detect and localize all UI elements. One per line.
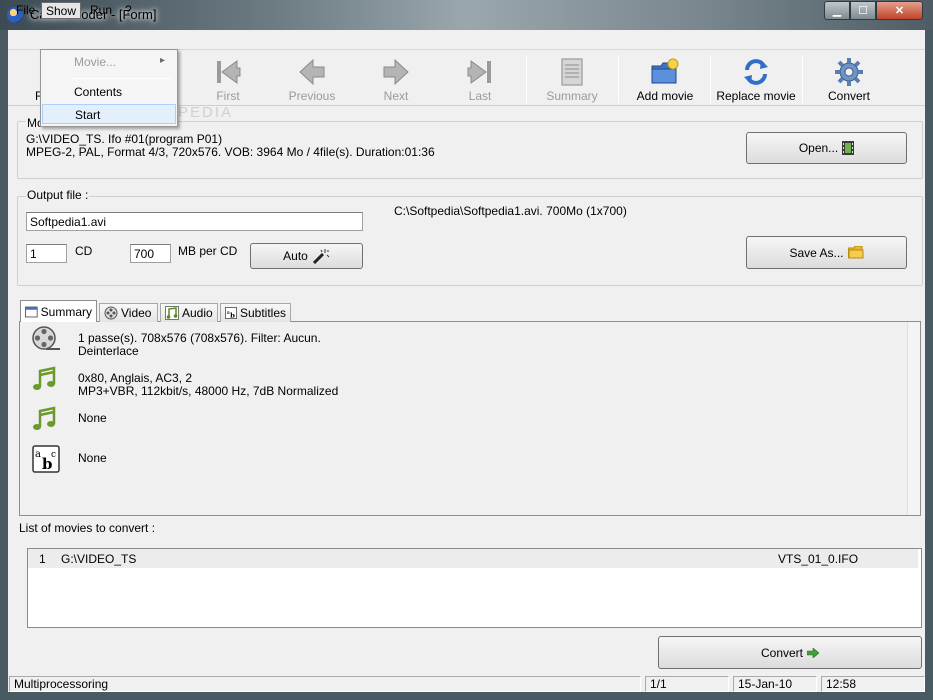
menu-show[interactable]: Show: [41, 2, 82, 19]
next-label: Next: [383, 89, 409, 103]
next-button[interactable]: Next: [352, 53, 440, 105]
toolbar-separator: [618, 55, 619, 103]
refresh-icon: [744, 59, 768, 85]
summary-video-line1: 1 passe(s). 708x576 (708x576). Filter: A…: [78, 331, 321, 345]
last-label: Last: [468, 89, 492, 103]
summary-video-line2: Deinterlace: [78, 344, 139, 358]
movie-source-text: G:\VIDEO_TS. Ifo #01(program P01): [26, 132, 223, 146]
summary-audio2: None: [78, 411, 107, 425]
summary-tab-icon: [25, 306, 38, 317]
output-group-label: Output file :: [26, 188, 90, 202]
summary-audio1-line2: MP3+VBR, 112kbit/s, 48000 Hz, 7dB Normal…: [78, 384, 339, 398]
open-button[interactable]: Open...: [746, 132, 907, 164]
first-icon: [217, 60, 241, 84]
subtitles-icon: a b c: [32, 445, 60, 473]
right-arrow-icon: [383, 58, 409, 86]
folder-icon: [847, 246, 864, 259]
open-button-label: Open...: [798, 141, 839, 155]
last-icon: [467, 60, 491, 84]
toolbar-separator: [710, 55, 711, 103]
cd-label: CD: [75, 244, 93, 258]
gear-icon: [835, 58, 863, 86]
status-date: 15-Jan-10: [733, 676, 817, 692]
first-button[interactable]: First: [184, 53, 272, 105]
summary-button[interactable]: Summary: [528, 53, 616, 105]
menu-run[interactable]: Run: [86, 2, 116, 19]
movie-row-index: 1: [39, 552, 46, 566]
movie-row-path: G:\VIDEO_TS: [61, 552, 137, 566]
status-time: 12:58: [821, 676, 925, 692]
save-as-button-label: Save As...: [789, 245, 844, 260]
menu-item-start[interactable]: Start: [42, 104, 176, 124]
cd-count-input[interactable]: 1: [26, 244, 67, 263]
previous-label: Previous: [288, 89, 336, 103]
add-movie-label: Add movie: [636, 89, 694, 103]
tab-video-label: Video: [121, 306, 152, 320]
green-arrow-icon: [807, 647, 820, 658]
menu-item-contents[interactable]: Contents: [42, 82, 176, 102]
tab-subtitles[interactable]: ab Subtitles: [220, 303, 291, 322]
tab-audio[interactable]: Audio: [160, 303, 218, 322]
replace-movie-label: Replace movie: [716, 89, 796, 103]
convert-toolbar-button[interactable]: Convert: [805, 53, 893, 105]
menu-file[interactable]: File: [12, 2, 39, 19]
movie-row-file: VTS_01_0.IFO: [778, 552, 859, 566]
output-filename-input[interactable]: Softpedia1.avi: [26, 212, 363, 231]
subtitles-icon: ab: [225, 307, 237, 319]
menu-item-movie[interactable]: Movie...: [42, 52, 176, 72]
film-reel-icon: [104, 306, 118, 320]
music-note-icon: [33, 406, 56, 430]
auto-button-label: Auto: [283, 249, 308, 263]
svg-text:a: a: [35, 449, 41, 460]
last-button[interactable]: Last: [436, 53, 524, 105]
movie-info-text: MPEG-2, PAL, Format 4/3, 720x576. VOB: 3…: [26, 145, 435, 159]
toolbar-separator: [802, 55, 803, 103]
status-page: 1/1: [645, 676, 729, 692]
tab-subtitles-label: Subtitles: [239, 306, 286, 320]
document-icon: [561, 58, 583, 86]
status-mode: Multiprocessoring: [9, 676, 641, 692]
svg-text:b: b: [230, 311, 235, 319]
add-movie-button[interactable]: Add movie: [621, 53, 709, 105]
previous-button[interactable]: Previous: [268, 53, 356, 105]
magic-wand-icon: [312, 249, 330, 264]
add-folder-icon: [651, 58, 679, 84]
mb-per-cd-input[interactable]: 700: [130, 244, 171, 263]
target-info-text: C:\Softpedia\Softpedia1.avi. 700Mo (1x70…: [394, 204, 627, 218]
menu-separator: [72, 78, 172, 79]
tab-panel-scrollbar[interactable]: [907, 322, 920, 515]
film-icon: [842, 141, 855, 155]
movies-list-label: List of movies to convert :: [19, 521, 156, 535]
maximize-button[interactable]: ☐: [850, 1, 876, 20]
tab-panel: [19, 321, 921, 516]
mb-per-cd-label: MB per CD: [178, 244, 238, 258]
tab-summary-label: Summary: [40, 304, 92, 319]
minimize-button[interactable]: ▁: [824, 1, 850, 20]
auto-button[interactable]: Auto: [250, 243, 363, 269]
replace-movie-button[interactable]: Replace movie: [712, 53, 800, 105]
convert-button[interactable]: Convert: [658, 636, 922, 669]
menu-bar: [8, 30, 925, 50]
tab-summary[interactable]: Summary: [20, 300, 97, 322]
summary-label: Summary: [546, 89, 598, 103]
toolbar-separator: [526, 55, 527, 103]
first-label: First: [216, 89, 240, 103]
music-note-icon: [165, 306, 179, 320]
submenu-arrow-icon: ▸: [160, 55, 166, 66]
svg-text:c: c: [51, 450, 56, 460]
video-reel-icon: [32, 326, 60, 350]
save-as-button[interactable]: Save As...: [746, 236, 907, 269]
left-arrow-icon: [299, 58, 325, 86]
tab-audio-label: Audio: [182, 306, 213, 320]
summary-audio1-line1: 0x80, Anglais, AC3, 2: [78, 371, 193, 385]
music-note-icon: [33, 366, 56, 390]
convert-button-label: Convert: [760, 645, 804, 660]
summary-subtitles: None: [78, 451, 107, 465]
convert-toolbar-label: Convert: [827, 89, 871, 103]
tab-video[interactable]: Video: [99, 303, 158, 322]
menu-help[interactable]: ?: [121, 2, 136, 19]
close-button[interactable]: ✕: [876, 1, 923, 20]
